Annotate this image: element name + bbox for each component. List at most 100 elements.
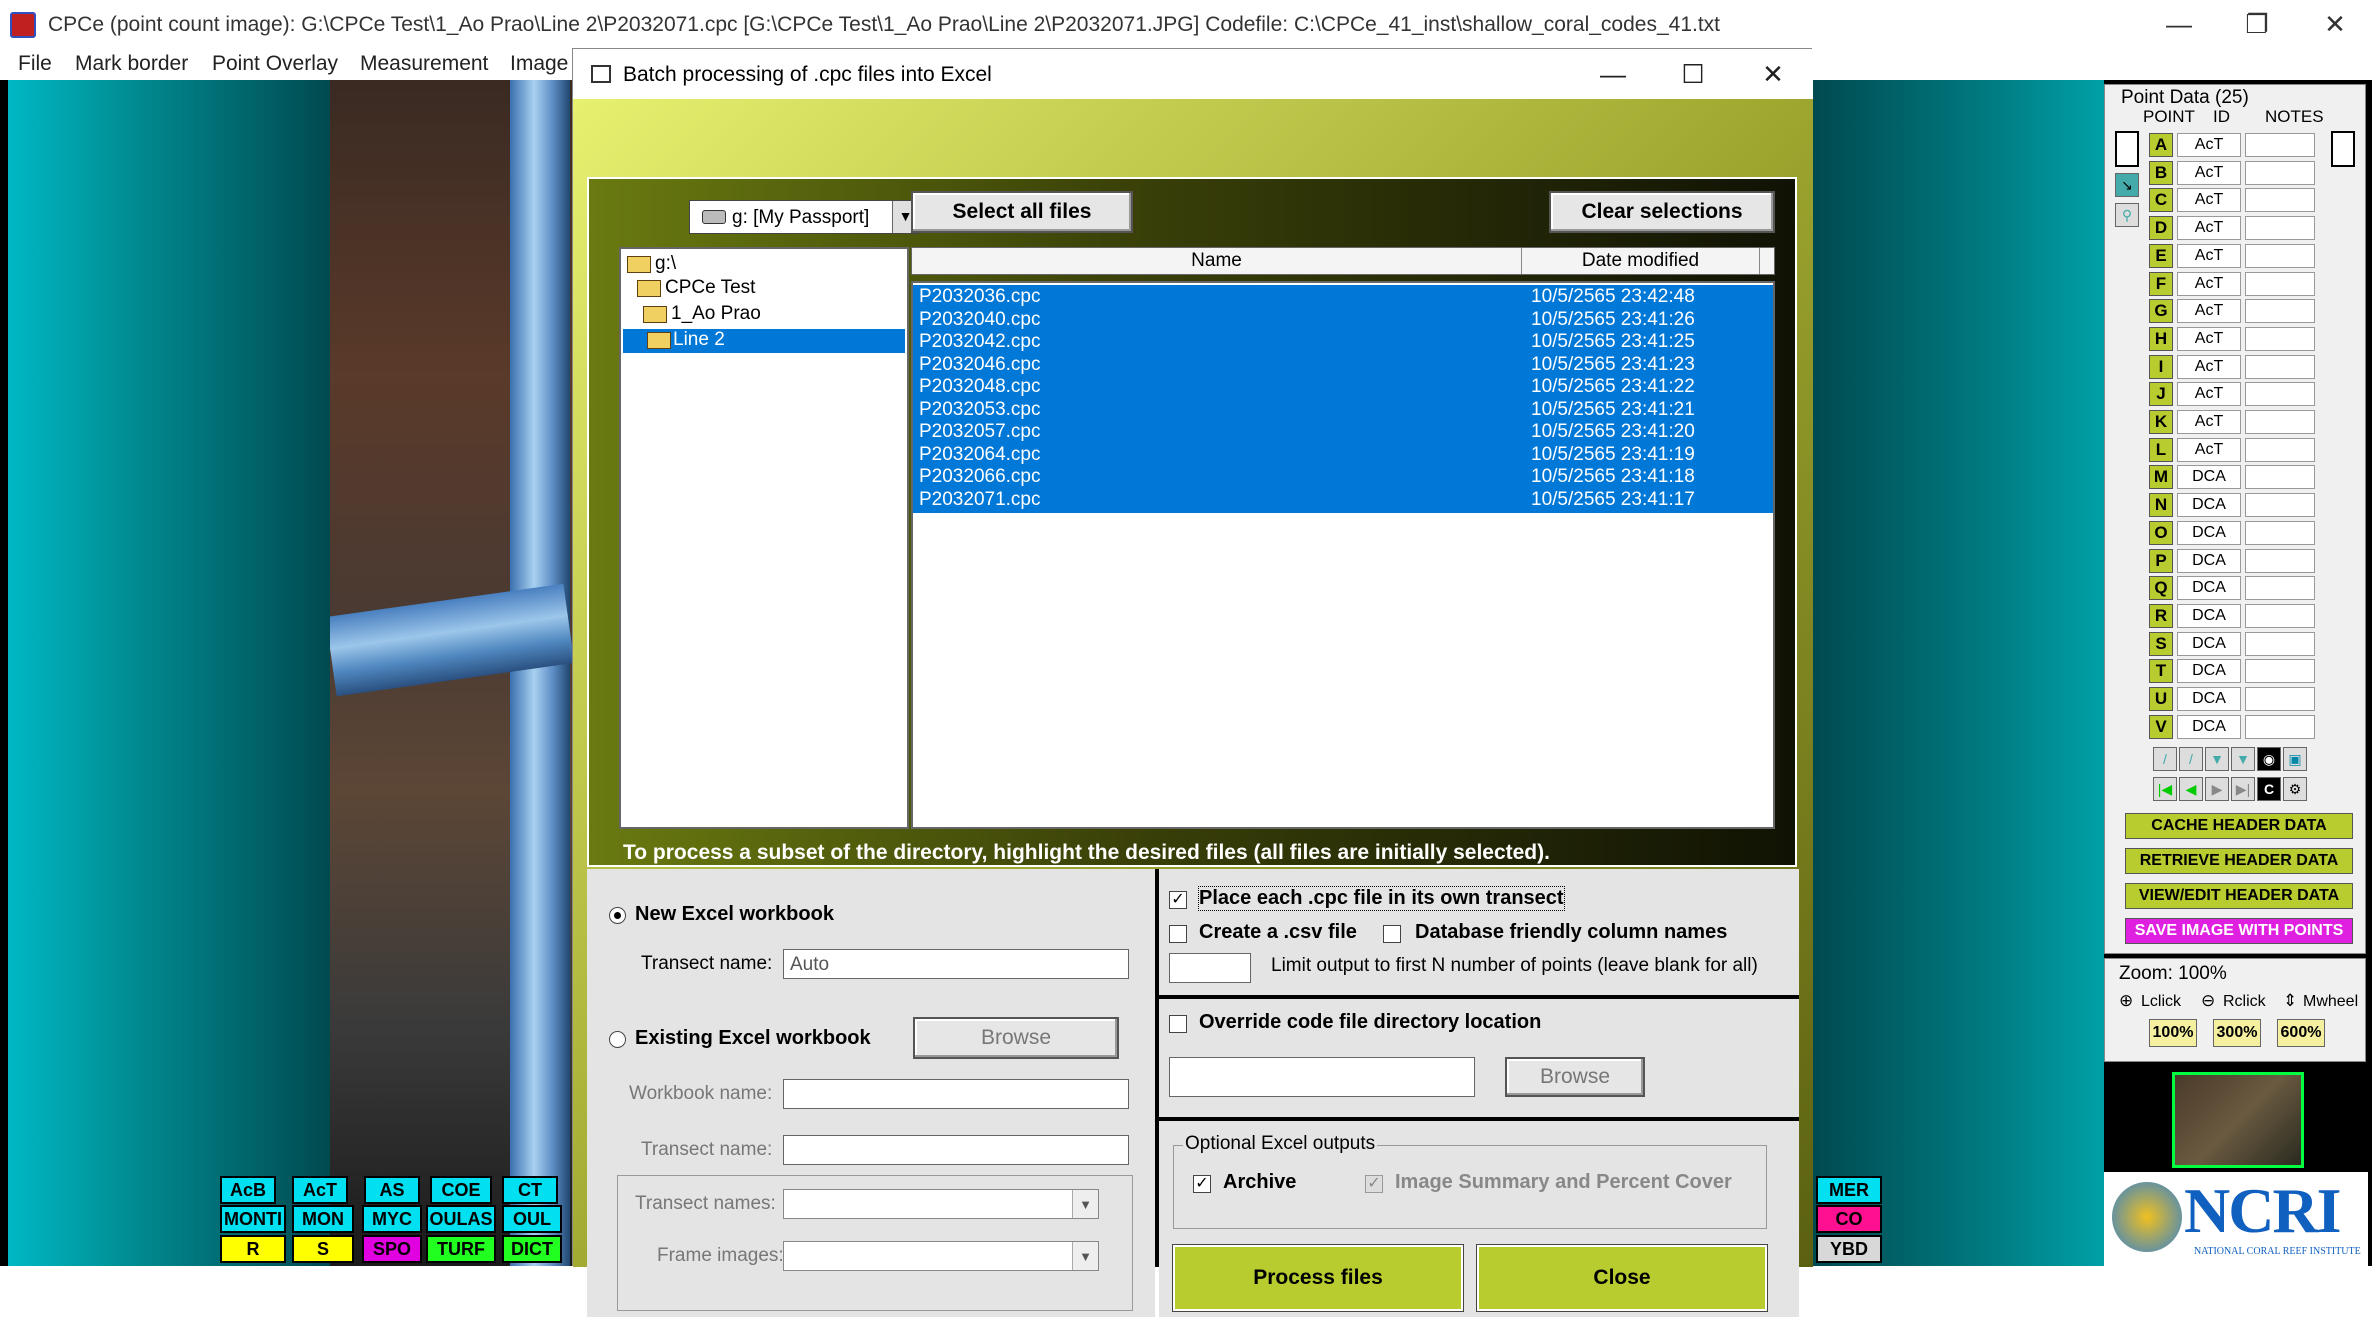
code-button-oul[interactable]: OUL — [502, 1205, 562, 1233]
first-icon[interactable]: |◀ — [2153, 777, 2177, 801]
menu-image[interactable]: Image — [510, 52, 568, 76]
point-notes[interactable] — [2245, 548, 2315, 573]
code-button-act[interactable]: AcT — [292, 1176, 348, 1204]
browse-code-button[interactable]: Browse — [1505, 1057, 1645, 1097]
file-row[interactable]: P2032071.cpc 10/5/2565 23:41:17 — [913, 488, 1773, 511]
point-notes[interactable] — [2245, 659, 2315, 684]
pointer-icon[interactable]: ↘ — [2115, 173, 2139, 197]
line-tool-icon[interactable]: / — [2153, 747, 2177, 771]
point-notes[interactable] — [2245, 133, 2315, 157]
process-files-button[interactable]: Process files — [1172, 1244, 1464, 1312]
point-id[interactable]: DCA — [2177, 659, 2241, 684]
prev-icon[interactable]: ◀ — [2179, 777, 2203, 801]
minimize-button[interactable]: — — [2140, 0, 2218, 48]
view-header-button[interactable]: VIEW/EDIT HEADER DATA — [2125, 883, 2353, 909]
point-letter[interactable]: R — [2149, 603, 2173, 628]
point-id[interactable]: DCA — [2177, 520, 2241, 545]
code-button-r[interactable]: R — [220, 1235, 286, 1263]
code-button-acb[interactable]: AcB — [220, 1176, 276, 1204]
point-notes[interactable] — [2245, 576, 2315, 601]
file-row[interactable]: P2032057.cpc 10/5/2565 23:41:20 — [913, 420, 1773, 443]
point-id[interactable]: AcT — [2177, 243, 2241, 268]
point-notes[interactable] — [2245, 271, 2315, 296]
file-row[interactable]: P2032036.cpc 10/5/2565 23:42:48 — [913, 285, 1773, 308]
point-letter[interactable]: M — [2149, 465, 2173, 490]
file-row[interactable]: P2032064.cpc 10/5/2565 23:41:19 — [913, 443, 1773, 466]
filter-icon[interactable]: ▼ — [2205, 747, 2229, 771]
limit-points-input[interactable] — [1169, 953, 1251, 983]
point-notes[interactable] — [2245, 188, 2315, 213]
place-each-checkbox[interactable]: ✓ — [1169, 891, 1187, 909]
tree-item-line-2[interactable]: Line 2 — [623, 329, 905, 353]
code-button-ybd[interactable]: YBD — [1816, 1235, 1882, 1263]
point-letter[interactable]: B — [2149, 160, 2173, 185]
menu-mark-border[interactable]: Mark border — [75, 52, 188, 76]
point-notes[interactable] — [2245, 410, 2315, 434]
point-notes[interactable] — [2245, 243, 2315, 268]
settings-gear-icon[interactable]: ⚙ — [2283, 777, 2307, 801]
point-id[interactable]: AcT — [2177, 188, 2241, 213]
point-letter[interactable]: F — [2149, 271, 2173, 296]
point-id[interactable]: AcT — [2177, 133, 2241, 157]
point-letter[interactable]: T — [2149, 659, 2173, 684]
dialog-minimize-button[interactable]: — — [1573, 51, 1653, 97]
restore-button[interactable]: ❐ — [2218, 0, 2296, 48]
point-letter[interactable]: C — [2149, 188, 2173, 213]
file-row[interactable]: P2032042.cpc 10/5/2565 23:41:25 — [913, 330, 1773, 353]
point-notes[interactable] — [2245, 382, 2315, 407]
zoom-600-button[interactable]: 600% — [2277, 1019, 2325, 1047]
point-id[interactable]: AcT — [2177, 382, 2241, 407]
clear-selections-button[interactable]: Clear selections — [1549, 191, 1775, 233]
column-name-header[interactable]: Name — [912, 248, 1522, 274]
point-letter[interactable]: P — [2149, 548, 2173, 573]
point-letter[interactable]: S — [2149, 631, 2173, 656]
db-friendly-checkbox[interactable] — [1383, 925, 1401, 943]
code-button-mer[interactable]: MER — [1816, 1176, 1882, 1204]
code-button-s[interactable]: S — [292, 1235, 354, 1263]
frame-images-select[interactable]: ▼ — [783, 1241, 1099, 1271]
create-csv-checkbox[interactable] — [1169, 925, 1187, 943]
point-notes[interactable] — [2245, 493, 2315, 518]
select-all-button[interactable]: Select all files — [911, 191, 1133, 233]
point-id[interactable]: DCA — [2177, 603, 2241, 628]
code-button-mon[interactable]: MON — [292, 1205, 354, 1233]
file-list[interactable]: P2032036.cpc 10/5/2565 23:42:48 P2032040.c… — [911, 281, 1775, 829]
point-letter[interactable]: K — [2149, 410, 2173, 434]
dialog-maximize-button[interactable]: ☐ — [1653, 51, 1733, 97]
point-id[interactable]: AcT — [2177, 437, 2241, 462]
code-button-myc[interactable]: MYC — [362, 1205, 422, 1233]
point-id[interactable]: DCA — [2177, 465, 2241, 490]
close-dialog-button[interactable]: Close — [1476, 1244, 1768, 1312]
next-icon[interactable]: ▶ — [2205, 777, 2229, 801]
code-button-as[interactable]: AS — [364, 1176, 420, 1204]
point-letter[interactable]: J — [2149, 382, 2173, 407]
close-app-button[interactable]: ✕ — [2296, 0, 2372, 48]
point-id[interactable]: AcT — [2177, 354, 2241, 379]
file-row[interactable]: P2032053.cpc 10/5/2565 23:41:21 — [913, 398, 1773, 421]
point-id[interactable]: DCA — [2177, 687, 2241, 711]
point-notes[interactable] — [2245, 687, 2315, 711]
point-letter[interactable]: N — [2149, 493, 2173, 518]
code-button-coe[interactable]: COE — [430, 1176, 492, 1204]
browse-workbook-button[interactable]: Browse — [913, 1017, 1119, 1059]
c-button[interactable]: C — [2257, 777, 2281, 801]
point-notes[interactable] — [2245, 354, 2315, 379]
directory-tree[interactable]: g:\ CPCe Test 1_Ao Prao Line 2 — [619, 247, 909, 829]
code-button-dict[interactable]: DICT — [502, 1235, 562, 1263]
menu-file[interactable]: File — [18, 52, 52, 76]
tree-item-cpce-test[interactable]: CPCe Test — [635, 277, 755, 301]
file-row[interactable]: P2032066.cpc 10/5/2565 23:41:18 — [913, 465, 1773, 488]
point-notes[interactable] — [2245, 603, 2315, 628]
point-letter[interactable]: O — [2149, 520, 2173, 545]
point-letter[interactable]: D — [2149, 216, 2173, 241]
point-id[interactable]: AcT — [2177, 271, 2241, 296]
point-letter[interactable]: U — [2149, 687, 2173, 711]
code-button-turf[interactable]: TURF — [426, 1235, 496, 1263]
tree-item-root[interactable]: g:\ — [625, 253, 676, 277]
point-id[interactable]: DCA — [2177, 548, 2241, 573]
drive-select[interactable]: g: [My Passport] ▼ — [689, 200, 919, 234]
file-row[interactable]: P2032048.cpc 10/5/2565 23:41:22 — [913, 375, 1773, 398]
column-date-header[interactable]: Date modified — [1522, 248, 1760, 274]
scroll-up-icon[interactable] — [2115, 131, 2139, 167]
zoom-100-button[interactable]: 100% — [2149, 1019, 2197, 1047]
